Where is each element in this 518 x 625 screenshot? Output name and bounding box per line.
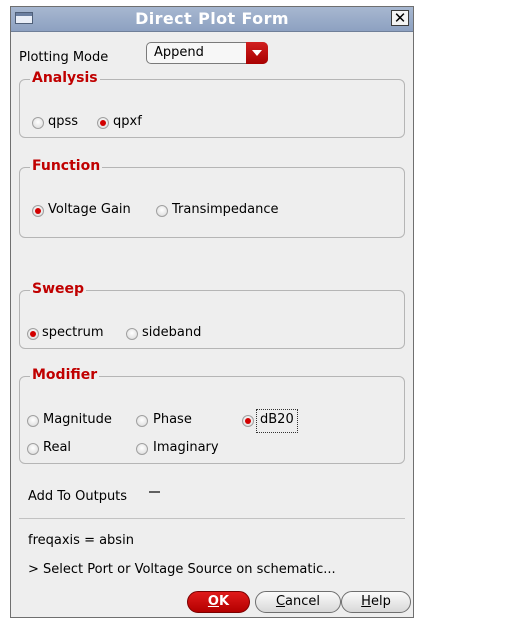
function-group: Function Voltage Gain Transimpedance xyxy=(19,158,405,238)
direct-plot-form-window: Direct Plot Form ✕ Plotting Mode Append … xyxy=(10,6,414,618)
radio-transimpedance[interactable] xyxy=(156,205,168,217)
prompt-status: > Select Port or Voltage Source on schem… xyxy=(28,562,336,577)
radio-spectrum[interactable] xyxy=(27,328,39,340)
radio-qpss[interactable] xyxy=(32,117,44,129)
help-button-label: elp xyxy=(370,594,391,609)
radio-phase[interactable] xyxy=(136,415,148,427)
radio-real-label: Real xyxy=(43,440,72,455)
radio-spectrum-label: spectrum xyxy=(42,325,104,340)
radio-magnitude[interactable] xyxy=(27,415,39,427)
window-title: Direct Plot Form xyxy=(135,9,289,28)
ok-button[interactable]: OK xyxy=(187,591,250,613)
function-group-title: Function xyxy=(30,158,103,174)
radio-imaginary[interactable] xyxy=(136,443,148,455)
modifier-group: Modifier Magnitude Phase dB20 Real Imagi… xyxy=(19,367,405,464)
radio-voltage-gain[interactable] xyxy=(32,205,44,217)
radio-voltage-gain-label: Voltage Gain xyxy=(48,202,131,217)
plotting-mode-label: Plotting Mode xyxy=(19,50,109,65)
title-bar: Direct Plot Form ✕ xyxy=(11,7,413,32)
sweep-group-title: Sweep xyxy=(30,281,87,297)
cancel-button-label: ancel xyxy=(285,594,321,609)
radio-qpxf-label: qpxf xyxy=(113,114,142,129)
cancel-button[interactable]: Cancel xyxy=(255,591,341,613)
radio-qpss-label: qpss xyxy=(48,114,79,129)
analysis-group: Analysis qpss qpxf xyxy=(19,70,405,138)
radio-transimpedance-label: Transimpedance xyxy=(172,202,279,217)
radio-magnitude-label: Magnitude xyxy=(43,412,112,427)
plotting-mode-select[interactable]: Append xyxy=(146,42,268,64)
analysis-group-title: Analysis xyxy=(30,70,100,86)
freqaxis-status: freqaxis = absin xyxy=(28,533,134,548)
help-button[interactable]: Help xyxy=(341,591,411,613)
modifier-group-title: Modifier xyxy=(30,367,100,383)
radio-db20-label: dB20 xyxy=(260,412,294,427)
plotting-mode-value: Append xyxy=(154,45,204,60)
radio-real[interactable] xyxy=(27,443,39,455)
separator xyxy=(19,518,405,519)
chevron-down-icon[interactable] xyxy=(246,42,268,64)
ok-button-label: K xyxy=(218,594,230,609)
radio-sideband-label: sideband xyxy=(142,325,202,340)
help-button-mnemonic: H xyxy=(361,594,371,609)
cancel-button-mnemonic: C xyxy=(275,594,286,609)
ok-button-mnemonic: O xyxy=(207,594,219,609)
sweep-group: Sweep spectrum sideband xyxy=(19,281,405,349)
radio-qpxf[interactable] xyxy=(97,117,109,129)
add-to-outputs-label: Add To Outputs xyxy=(28,489,128,504)
radio-sideband[interactable] xyxy=(126,328,138,340)
radio-phase-label: Phase xyxy=(153,412,192,427)
add-to-outputs-checkbox[interactable] xyxy=(149,491,160,493)
radio-imaginary-label: Imaginary xyxy=(153,440,219,455)
radio-db20[interactable] xyxy=(242,415,254,427)
close-icon[interactable]: ✕ xyxy=(391,10,409,26)
